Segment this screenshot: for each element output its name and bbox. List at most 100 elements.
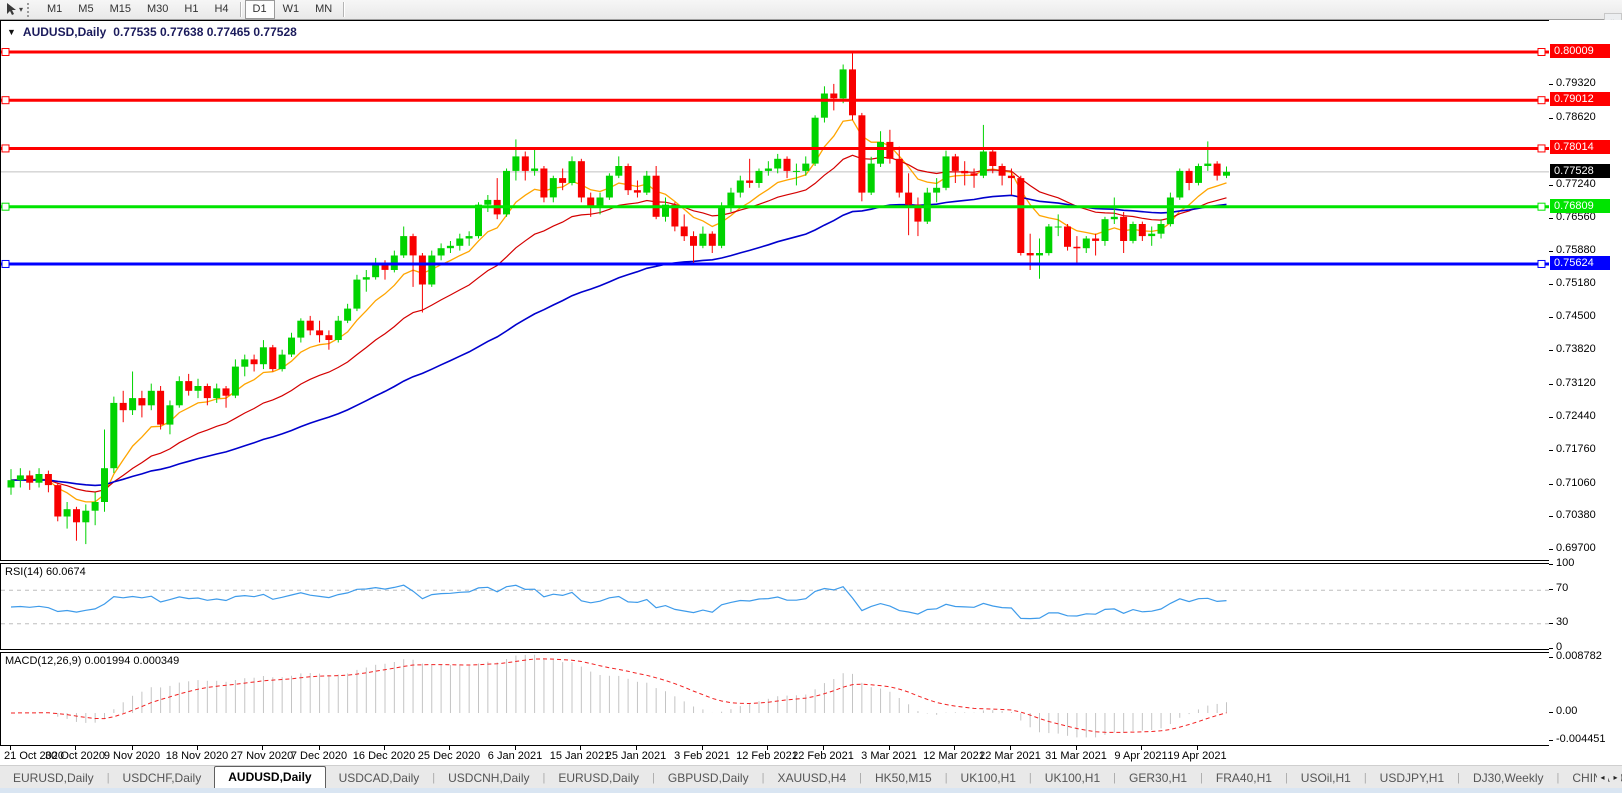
candle-body	[951, 156, 959, 171]
chart-tab-ger30[interactable]: GER30,H1	[1116, 768, 1200, 789]
chart-tab-uk100[interactable]: UK100,H1	[1032, 768, 1113, 789]
candle-body	[372, 265, 380, 278]
timeframe-button-m30[interactable]: M30	[139, 0, 176, 19]
line-handle[interactable]	[1, 202, 10, 211]
price-tick-label: 0.75180	[1556, 277, 1596, 289]
price-tick-mark	[1549, 516, 1553, 517]
candle-body	[708, 233, 716, 246]
cursor-tool-dropdown-icon[interactable]: ▾	[19, 5, 23, 14]
candle-body	[1213, 163, 1221, 176]
candle-body	[73, 509, 80, 523]
candle-body	[138, 398, 146, 406]
line-handle[interactable]	[1, 96, 10, 105]
price-tick-mark	[1549, 84, 1553, 85]
rsi-canvas[interactable]	[1, 564, 1620, 649]
candle-body	[858, 115, 866, 193]
toolbar-separator	[343, 2, 346, 17]
chart-context-arrow-icon[interactable]: ▼	[7, 27, 16, 37]
main-chart-pane[interactable]	[0, 20, 1621, 561]
chart-tab-usdcnh[interactable]: USDCNH,Daily	[435, 768, 542, 789]
line-handle[interactable]	[1537, 202, 1546, 211]
date-tick-label: 3 Mar 2021	[861, 750, 917, 762]
timeframe-button-w1[interactable]: W1	[275, 0, 308, 19]
price-tick-label: 0.73120	[1556, 377, 1596, 389]
candle-body	[512, 156, 520, 171]
chart-tab-usdchf[interactable]: USDCHF,Daily	[110, 768, 215, 789]
line-handle[interactable]	[1, 48, 10, 56]
candle-body	[353, 279, 361, 309]
candle-body	[643, 175, 651, 193]
candle-body	[1185, 170, 1193, 183]
candle-body	[1138, 224, 1146, 237]
chart-tab-usoil[interactable]: USOil,H1	[1288, 768, 1364, 789]
candle-body	[718, 207, 726, 246]
timeframe-button-m1[interactable]: M1	[39, 0, 70, 19]
timeframe-button-m15[interactable]: M15	[102, 0, 139, 19]
chart-tab-gbpusd[interactable]: GBPUSD,Daily	[655, 768, 762, 789]
candle-body	[269, 347, 277, 370]
tab-scroll-right-icon[interactable]: ▸	[1610, 771, 1621, 785]
chart-tab-hk50[interactable]: HK50,M15	[862, 768, 945, 789]
price-axis[interactable]: 0.79320 0.78620 0.77240 0.76560 0.75880 0.751…	[1549, 20, 1622, 765]
price-tick-mark	[1549, 549, 1553, 550]
candle-body	[577, 161, 585, 198]
level-price-badge: 0.79012	[1550, 92, 1610, 106]
rsi-indicator-pane[interactable]	[0, 563, 1621, 650]
candle-body	[101, 468, 108, 502]
tab-scroll-left-icon[interactable]: ◂	[1597, 771, 1608, 785]
current-price-badge: 0.77528	[1550, 164, 1610, 178]
line-handle[interactable]	[1, 144, 10, 153]
candle-body	[746, 180, 754, 183]
timeframe-button-h1[interactable]: H1	[176, 0, 206, 19]
candle-body	[521, 156, 529, 171]
line-handle[interactable]	[1, 259, 10, 268]
macd-canvas[interactable]	[1, 653, 1620, 745]
candle-body	[633, 190, 641, 193]
date-tick-label: 22 Feb 2021	[792, 750, 854, 762]
timeframe-button-mn[interactable]: MN	[307, 0, 340, 19]
candle-body	[147, 390, 155, 406]
chart-symbol-label: AUDUSD,Daily	[22, 25, 107, 39]
candle-body	[998, 166, 1006, 176]
chart-tab-eurusd[interactable]: EURUSD,Daily	[0, 768, 107, 789]
toolbar-grip[interactable]	[27, 2, 35, 17]
candle-body	[1120, 216, 1128, 241]
line-handle[interactable]	[1537, 96, 1546, 105]
timeframe-button-h4[interactable]: H4	[206, 0, 236, 19]
cursor-tool-icon[interactable]	[3, 2, 19, 17]
line-handle[interactable]	[1537, 259, 1546, 268]
candle-body	[1223, 171, 1230, 176]
date-tick-label: 16 Dec 2020	[352, 750, 416, 762]
price-tick-label: 0.71760	[1556, 443, 1596, 455]
candle-body	[942, 156, 950, 188]
macd-indicator-pane[interactable]	[0, 652, 1621, 746]
chart-tab-usdjpy[interactable]: USDJPY,H1	[1367, 768, 1457, 789]
chart-title: ▼ AUDUSD,Daily 0.77535 0.77638 0.77465 0…	[7, 25, 297, 39]
chart-tab-dj30[interactable]: DJ30,Weekly	[1460, 768, 1556, 789]
candle-body	[615, 166, 623, 176]
chart-tab-audusd[interactable]: AUDUSD,Daily	[214, 766, 326, 789]
candle-body	[1157, 224, 1165, 234]
candle-body	[568, 161, 576, 183]
date-tick-label: 9 Apr 2021	[1114, 750, 1168, 762]
timeframe-button-d1[interactable]: D1	[244, 0, 275, 19]
chart-tab-eurusd[interactable]: EURUSD,Daily	[545, 768, 652, 789]
candle-body	[157, 390, 165, 425]
candle-body	[241, 359, 249, 367]
timeframe-button-m5[interactable]: M5	[70, 0, 101, 19]
candle-body	[979, 151, 987, 176]
chart-tab-fra40[interactable]: FRA40,H1	[1203, 768, 1285, 789]
line-handle[interactable]	[1537, 144, 1546, 153]
chart-tab-uk100[interactable]: UK100,H1	[948, 768, 1029, 789]
price-tick-label: 0.71060	[1556, 477, 1596, 489]
candle-body	[680, 226, 688, 237]
chart-tab-xauusd[interactable]: XAUUSD,H4	[764, 768, 859, 789]
time-axis[interactable]: 21 Oct 2020 30 Oct 2020 9 Nov 2020 18 Nov 2…	[0, 746, 1548, 765]
price-tick-mark	[1549, 185, 1553, 186]
date-tick-label: 6 Jan 2021	[487, 750, 543, 762]
line-handle[interactable]	[1537, 48, 1546, 56]
date-tick-label: 27 Nov 2020	[230, 750, 294, 762]
main-chart-canvas[interactable]	[1, 21, 1620, 560]
price-tick-label: 0.78620	[1556, 111, 1596, 123]
chart-tab-usdcad[interactable]: USDCAD,Daily	[326, 768, 433, 789]
